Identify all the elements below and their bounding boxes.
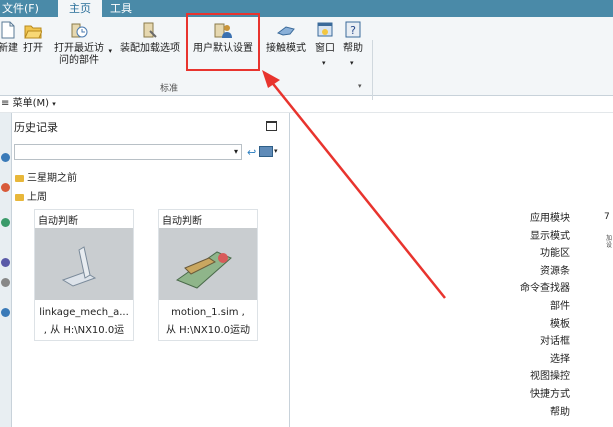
history-icon[interactable] [1,278,10,287]
simulation-thumbnail [159,228,257,300]
history-card[interactable]: 自动判断 linkage_mech_a... , 从 H:\NX10.0运 [34,209,134,341]
menu-button[interactable]: 菜单(M) [13,98,49,109]
tab-file[interactable]: 文件(F) [2,0,58,17]
help-label: 帮助 [343,43,363,54]
chevron-down-icon[interactable]: ▾ [274,147,278,155]
chevron-down-icon: ▾ [322,59,326,67]
list-item[interactable]: 功能区 [490,245,570,263]
menu-arrow-icon: ≡ [1,98,10,109]
list-item[interactable]: 部件 [490,298,570,316]
list-item[interactable]: 应用模块 [490,210,570,228]
reuse-library-icon[interactable] [1,218,10,227]
new-button[interactable]: 新建 [0,21,20,55]
tree-group-last-week[interactable]: 上周 [15,188,47,203]
folder-icon [15,193,24,201]
tree-group-three-weeks[interactable]: 三星期之前 [15,169,77,184]
web-browser-icon[interactable] [1,258,10,267]
title-bar: 文件(F) 主页 工具 [0,0,613,17]
window-icon [312,21,338,39]
window-button[interactable]: 窗口 ▾ [312,21,338,67]
content-heading-fragment: 7 [604,212,610,222]
recent-parts-icon [50,21,108,39]
touch-mode-label: 接触模式 [266,43,306,54]
system-materials-icon[interactable] [1,308,10,317]
view-mode-icon[interactable] [259,146,273,157]
ribbon-divider [372,40,373,100]
content-text-fragment: 加 设 [606,235,613,249]
card-path: , 从 H:\NX10.0运 [43,325,125,336]
card-path: 从 H:\NX10.0运动 [165,325,251,336]
list-item[interactable]: 帮助 [490,404,570,422]
card-filename: linkage_mech_a... [39,307,129,318]
history-panel: 历史记录 ▾ ↩ ▾ 三星期之前 上周 自动判断 linkage_mech_a.… [12,113,290,427]
ribbon-group-label: 标准 [160,84,179,94]
tab-home[interactable]: 主页 [58,0,102,17]
chevron-down-icon[interactable]: ▾ [52,100,56,108]
new-button-label: 新建 [0,43,18,54]
touch-mode-icon [262,21,310,39]
list-item[interactable]: 显示模式 [490,228,570,246]
list-item[interactable]: 对话框 [490,333,570,351]
touch-mode-button[interactable]: 接触模式 [262,21,310,55]
list-item[interactable]: 资源条 [490,263,570,281]
panel-title: 历史记录 [14,121,58,134]
card-header: 自动判断 [38,216,78,227]
chevron-down-icon: ▾ [108,47,112,55]
list-item[interactable]: 选择 [490,351,570,369]
open-button[interactable]: 打开 [20,21,46,55]
assembly-load-options-button[interactable]: 装配加载选项 [117,21,183,55]
highlight-box [186,13,260,71]
card-header: 自动判断 [162,216,202,227]
part-thumbnail [35,228,133,300]
assembly-load-icon [117,21,183,39]
history-filter-select[interactable]: ▾ [14,144,242,160]
refresh-icon[interactable]: ↩ [247,146,256,159]
assembly-load-label: 装配加载选项 [120,43,180,54]
tree-group-label: 三星期之前 [27,173,77,184]
part-navigator-icon[interactable] [1,183,10,192]
new-file-icon [0,21,20,39]
menu-bar: ≡ 菜单(M) ▾ [0,96,613,113]
open-recent-label-2: 问的部件 [59,55,99,66]
card-filename: motion_1.sim , [171,307,245,318]
folder-icon [15,174,24,182]
svg-text:?: ? [350,24,356,37]
welcome-topics-list: 应用模块 显示模式 功能区 资源条 命令查找器 部件 模板 对话框 选择 视图操… [490,210,570,421]
resource-bar [0,113,12,427]
list-item[interactable]: 视图操控 [490,368,570,386]
window-label: 窗口 [315,43,335,54]
help-button[interactable]: ? 帮助 ▾ [340,21,366,67]
tree-group-label: 上周 [27,192,47,203]
tab-tools[interactable]: 工具 [110,0,144,17]
assembly-navigator-icon[interactable] [1,153,10,162]
history-card[interactable]: 自动判断 motion_1.sim , 从 H:\NX10.0运动 [158,209,258,341]
ribbon-group-expand-icon[interactable]: ▾ [358,82,362,90]
ribbon: 新建 打开 打开最近访 问的部件 ▾ 装配加载选项 用户默认设置 接触模式 窗口… [0,17,613,100]
open-button-label: 打开 [23,43,43,54]
open-folder-icon [20,21,46,39]
open-recent-label-1: 打开最近访 [54,43,104,54]
chevron-down-icon: ▾ [350,59,354,67]
list-item[interactable]: 命令查找器 [490,280,570,298]
maximize-icon[interactable] [266,121,277,131]
chevron-down-icon: ▾ [233,147,238,156]
open-recent-button[interactable]: 打开最近访 问的部件 ▾ [50,21,112,67]
help-icon: ? [340,21,366,39]
list-item[interactable]: 快捷方式 [490,386,570,404]
list-item[interactable]: 模板 [490,316,570,334]
